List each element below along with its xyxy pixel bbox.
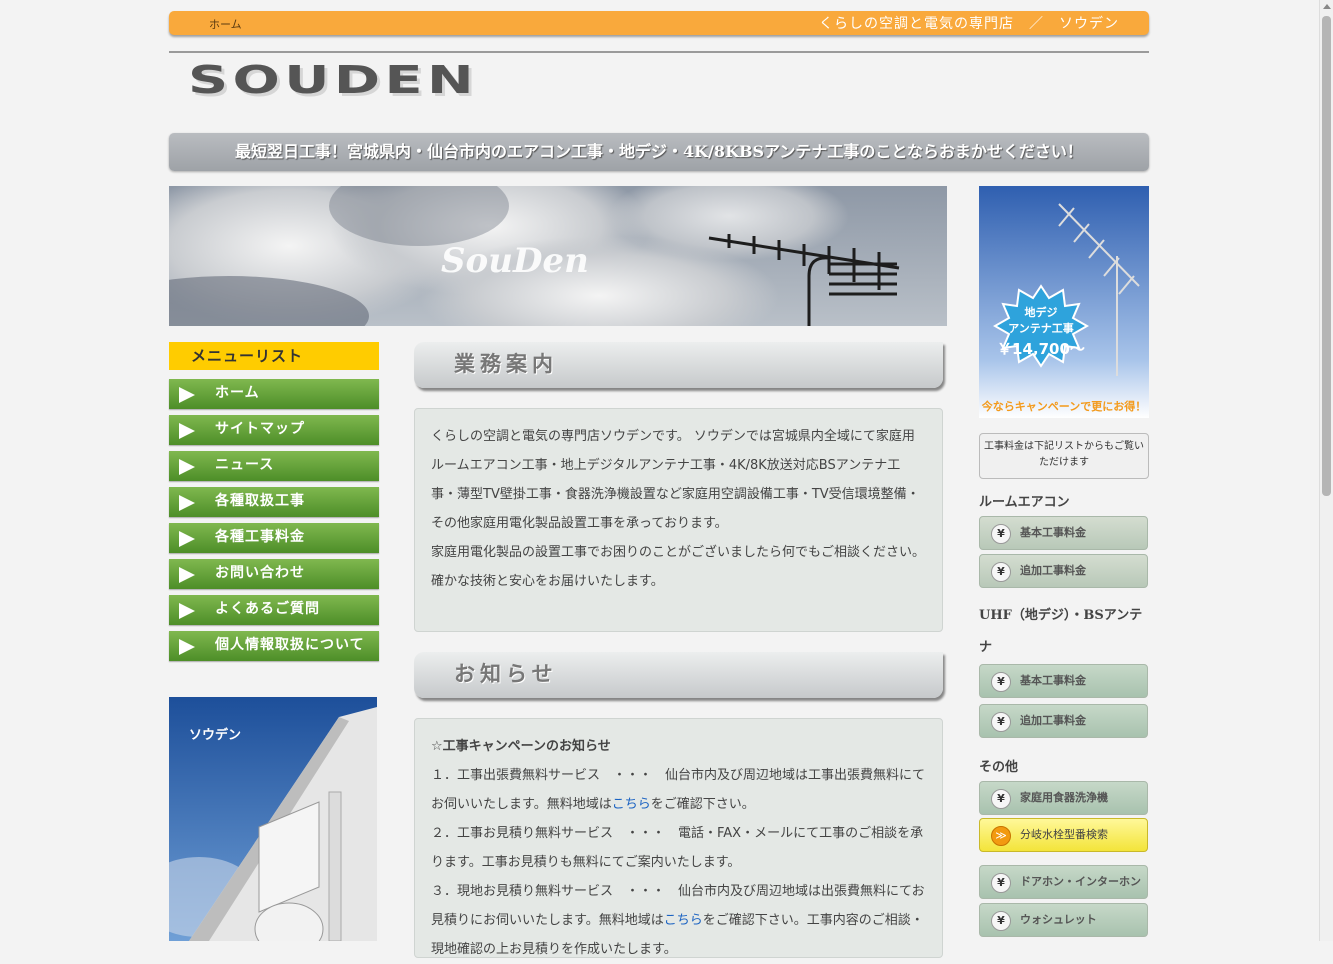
site-tagline: くらしの空調と電気の専門店 ／ ソウデン bbox=[819, 16, 1119, 32]
home-link[interactable]: ホーム bbox=[209, 16, 242, 32]
play-arrow-icon bbox=[179, 459, 195, 475]
yen-icon: ¥ bbox=[991, 524, 1011, 544]
other-heading: その他 bbox=[979, 760, 1019, 775]
news-heading: お知らせ bbox=[414, 652, 943, 698]
news-box: ☆工事キャンペーンのお知らせ １．工事出張費無料サービス ・・・ 仙台市内及び周… bbox=[414, 718, 943, 958]
svg-text:アンテナ工事: アンテナ工事 bbox=[1008, 321, 1074, 335]
yen-icon: ¥ bbox=[991, 712, 1011, 732]
dishwasher-price-button[interactable]: ¥ 家庭用食器洗浄機 bbox=[979, 781, 1148, 815]
play-arrow-icon bbox=[179, 495, 195, 511]
menu-list-title: メニューリスト bbox=[169, 342, 379, 370]
yen-icon: ¥ bbox=[991, 672, 1011, 692]
business-text-2: 家庭用電化製品の設置工事でお困りのことがございましたら何でもご相談ください。 bbox=[431, 545, 926, 560]
hero-brand-text: SouDen bbox=[441, 241, 589, 281]
svg-text:今ならキャンペーンで更にお得！: 今ならキャンペーンで更にお得！ bbox=[981, 399, 1146, 413]
aircon-basic-price-button[interactable]: ¥ 基本工事料金 bbox=[979, 516, 1148, 550]
play-arrow-icon bbox=[179, 567, 195, 583]
menu-item-faq[interactable]: よくあるご質問 bbox=[169, 595, 379, 625]
left-menu: ホーム サイトマップ ニュース 各種取扱工事 各種工事料金 お問い合わせ よくあ… bbox=[169, 379, 379, 667]
menu-item-contact[interactable]: お問い合わせ bbox=[169, 559, 379, 589]
play-arrow-icon bbox=[179, 531, 195, 547]
news-item-2: ２．工事お見積り無料サービス ・・・ 電話・FAX・メールにて工事のご相談を承り… bbox=[431, 826, 924, 870]
menu-item-services[interactable]: 各種取扱工事 bbox=[169, 487, 379, 517]
svg-text:SOUDEN: SOUDEN bbox=[188, 63, 478, 102]
svg-text:地デジ: 地デジ bbox=[1025, 305, 1058, 319]
business-text-3: 確かな技術と安心をお届けいたします。 bbox=[431, 574, 664, 589]
yen-icon: ¥ bbox=[991, 873, 1011, 893]
play-arrow-icon bbox=[179, 387, 195, 403]
site-logo[interactable]: SOUDEN SOUDEN bbox=[188, 58, 488, 107]
news-item-1: １．工事出張費無料サービス ・・・ 仙台市内及び周辺地域は工事出張費無料にてお伺… bbox=[431, 768, 926, 812]
double-chevron-icon: ≫ bbox=[991, 826, 1011, 846]
news-title: ☆工事キャンペーンのお知らせ bbox=[431, 739, 611, 754]
header-divider bbox=[169, 51, 1149, 53]
free-area-link-2[interactable]: こちら bbox=[664, 913, 703, 928]
menu-item-pricing[interactable]: 各種工事料金 bbox=[169, 523, 379, 553]
page-scrollbar[interactable] bbox=[1319, 0, 1333, 941]
pricing-info-box: 工事料金は下記リストからもご覧いただけます bbox=[979, 433, 1149, 479]
yen-icon: ¥ bbox=[991, 911, 1011, 931]
aircon-heading: ルームエアコン bbox=[979, 495, 1070, 510]
side-house-photo: ソウデン bbox=[169, 697, 377, 941]
menu-item-news[interactable]: ニュース bbox=[169, 451, 379, 481]
uhf-extra-price-button[interactable]: ¥ 追加工事料金 bbox=[979, 704, 1148, 738]
doorphone-price-button[interactable]: ¥ ドアホン・インターホン bbox=[979, 865, 1148, 899]
side-photo-label: ソウデン bbox=[189, 727, 241, 743]
play-arrow-icon bbox=[179, 603, 195, 619]
top-bar: ホーム くらしの空調と電気の専門店 ／ ソウデン bbox=[169, 11, 1149, 35]
faucet-search-button[interactable]: ≫ 分岐水栓型番検索 bbox=[979, 818, 1148, 852]
aircon-extra-price-button[interactable]: ¥ 追加工事料金 bbox=[979, 554, 1148, 588]
free-area-link[interactable]: こちら bbox=[612, 797, 651, 812]
menu-item-privacy[interactable]: 個人情報取扱について bbox=[169, 631, 379, 661]
yen-icon: ¥ bbox=[991, 789, 1011, 809]
business-heading: 業務案内 bbox=[414, 342, 943, 388]
hero-image: SouDen bbox=[169, 186, 947, 326]
scroll-up-icon[interactable] bbox=[1323, 4, 1331, 9]
washlet-price-button[interactable]: ¥ ウォシュレット bbox=[979, 903, 1148, 937]
yen-icon: ¥ bbox=[991, 562, 1011, 582]
uhf-basic-price-button[interactable]: ¥ 基本工事料金 bbox=[979, 664, 1148, 698]
uhf-heading: UHF（地デジ）・BSアンテナ bbox=[979, 608, 1143, 655]
menu-item-home[interactable]: ホーム bbox=[169, 379, 379, 409]
business-box: くらしの空調と電気の専門店ソウデンです。 ソウデンでは宮城県内全域にて家庭用ルー… bbox=[414, 408, 943, 632]
business-text-1: くらしの空調と電気の専門店ソウデンです。 ソウデンでは宮城県内全域にて家庭用ルー… bbox=[431, 429, 920, 531]
headline-banner: 最短翌日工事！宮城県内・仙台市内のエアコン工事・地デジ・4K/8KBSアンテナ工… bbox=[169, 133, 1149, 171]
page-container: ホーム くらしの空調と電気の専門店 ／ ソウデン SOUDEN SOUDEN 最… bbox=[169, 0, 1149, 958]
menu-item-sitemap[interactable]: サイトマップ bbox=[169, 415, 379, 445]
scrollbar-thumb[interactable] bbox=[1322, 16, 1331, 496]
svg-text:￥14,700～: ￥14,700～ bbox=[997, 340, 1085, 358]
play-arrow-icon bbox=[179, 423, 195, 439]
news-item-3: ３．現地お見積り無料サービス ・・・ 仙台市内及び周辺地域は出張費無料にてお見積… bbox=[431, 884, 925, 957]
play-arrow-icon bbox=[179, 639, 195, 655]
antenna-campaign-ad[interactable]: 地デジ アンテナ工事 ￥14,700～ 今ならキャンペーンで更にお得！ bbox=[979, 186, 1149, 418]
